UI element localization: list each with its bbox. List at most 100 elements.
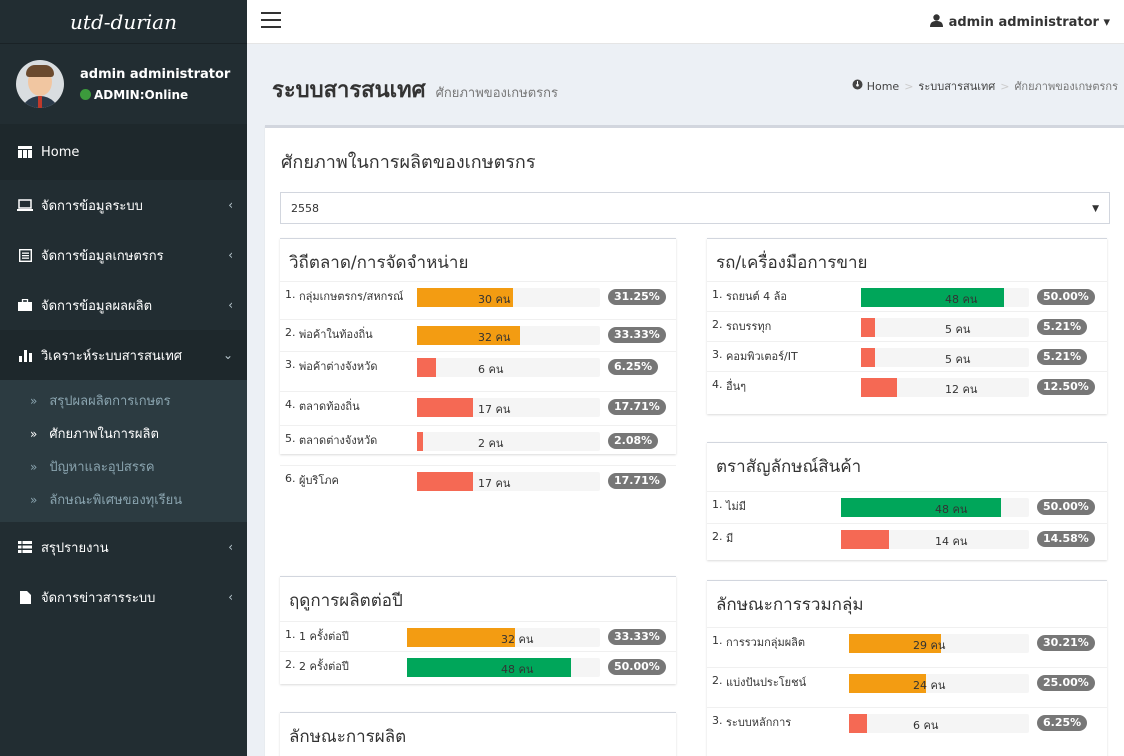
row-label: ระบบหลักการ [726,716,792,729]
submenu-item-problems[interactable]: » ปัญหาและอุปสรรค [0,450,247,483]
panel-marketing: วิถีตลาด/การจัดจำหน่าย 1. กลุ่มเกษตรกร/สห… [280,238,676,491]
breadcrumb-current: ศักยภาพของเกษตรกร [1014,80,1118,93]
chevron-left-icon: ‹ [228,590,233,604]
row-label: มี [726,532,734,545]
row-index: 1. [712,288,723,301]
bar-chart-icon [17,348,33,362]
row-index: 2. [712,674,723,687]
sidebar-item-farmers[interactable]: จัดการข้อมูลเกษตรกร ‹ [0,230,247,280]
progress-row: 4. อื่นๆ 12 คน 12.50% [707,371,1107,401]
progress-row: 4. ตลาดท้องถิ่น 17 คน 17.71% [280,391,676,425]
progress-row: 1. ไม่มี 48 คน 50.00% [707,491,1107,523]
progress-fill [417,432,423,451]
sidebar-item-home[interactable]: Home [0,124,247,180]
panel-title: ลักษณะการรวมกลุ่ม [716,595,864,615]
submenu-item-potential[interactable]: » ศักยภาพในการผลิต [0,417,247,450]
row-count: 14 คน [935,535,968,548]
sidebar-item-reports[interactable]: สรุปรายงาน ‹ [0,522,247,572]
submenu-item-label: ปัญหาและอุปสรรค [49,460,155,475]
submenu-item-durian-features[interactable]: » ลักษณะพิเศษของทุเรียน [0,483,247,516]
submenu-item-label: ลักษณะพิเศษของทุเรียน [49,493,183,508]
sidebar-item-label: จัดการข้อมูลเกษตรกร [41,248,164,264]
row-label: ผู้บริโภค [299,474,339,487]
main-box: ศักยภาพในการผลิตของเกษตรกร 2558 ▼ วิถีตล… [265,125,1124,756]
year-select[interactable]: 2558 ▼ [280,192,1110,224]
panel-brand: ตราสัญลักษณ์สินค้า 1. ไม่มี 48 คน 50.00% 2. ม… [707,442,1107,560]
row-label: 2 ครั้งต่อปี [299,660,349,673]
sidebar-item-system[interactable]: จัดการข้อมูลระบบ ‹ [0,180,247,230]
progress-track [417,358,600,377]
menu-toggle-icon[interactable] [261,12,281,28]
caret-down-icon: ▼ [1092,204,1099,214]
file-icon [17,590,33,604]
sidebar-item-label: สรุปรายงาน [41,540,109,556]
sidebar-item-news[interactable]: จัดการข่าวสารระบบ ‹ [0,572,247,622]
avatar [16,60,64,108]
percent-badge: 50.00% [1037,499,1095,515]
panel-title: รถ/เครื่องมือการขาย [716,253,868,273]
submenu-item-summary[interactable]: » สรุปผลผลิตการเกษตร [0,384,247,417]
row-label: อื่นๆ [726,380,747,393]
sidebar-item-label: จัดการข่าวสารระบบ [41,590,156,606]
row-count: 32 คน [478,331,511,344]
percent-badge: 5.21% [1037,349,1088,365]
user-panel: admin administrator ADMIN:Online [0,44,247,124]
sidebar: utd-durian admin administrator ADMIN:Onl… [0,0,247,756]
breadcrumb-home[interactable]: Home [867,80,899,93]
chevron-left-icon: ‹ [228,198,233,212]
progress-fill [407,628,515,647]
row-index: 4. [712,378,723,391]
progress-row: 6. ผู้บริโภค 17 คน 17.71% [280,465,676,499]
progress-fill [861,288,1004,307]
row-index: 1. [285,288,296,301]
progress-fill [417,358,436,377]
progress-fill [417,398,473,417]
row-index: 3. [285,358,296,371]
row-index: 1. [712,498,723,511]
panel-title: วิถีตลาด/การจัดจำหน่าย [289,253,469,273]
row-index: 3. [712,714,723,727]
sidebar-item-label: Home [41,144,80,160]
row-label: กลุ่มเกษตรกร/สหกรณ์ [299,290,404,303]
user-menu-label: admin administrator ▾ [948,14,1110,30]
row-count: 12 คน [945,383,978,396]
percent-badge: 33.33% [608,629,666,645]
row-label: คอมพิวเตอร์/IT [726,350,798,363]
row-label: การรวมกลุ่มผลิต [726,636,806,649]
row-label: รถบรรทุก [726,320,772,333]
box-title: ศักยภาพในการผลิตของเกษตรกร [281,152,536,173]
progress-row: 1. รถยนต์ 4 ล้อ 48 คน 50.00% [707,281,1107,311]
content-header: ระบบสารสนเทศ ศักยภาพของเกษตรกร [272,72,558,107]
year-select-value: 2558 [291,201,319,215]
row-label: พ่อค้าต่างจังหวัด [299,360,378,373]
progress-track [417,432,600,451]
chevron-left-icon: ‹ [228,540,233,554]
user-status-label: ADMIN:Online [94,87,189,102]
user-menu[interactable]: admin administrator ▾ [929,0,1110,44]
progress-row: 2. รถบรรทุก 5 คน 5.21% [707,311,1107,341]
laptop-icon [17,198,33,212]
panel-vehicles: รถ/เครื่องมือการขาย 1. รถยนต์ 4 ล้อ 48 คน 5… [707,238,1107,414]
sidebar-item-label: จัดการข้อมูลระบบ [41,198,143,214]
breadcrumb-system[interactable]: ระบบสารสนเทศ [918,77,995,95]
row-count: 48 คน [945,293,978,306]
row-index: 2. [712,318,723,331]
progress-fill [861,318,875,337]
row-count: 6 คน [913,719,939,732]
percent-badge: 50.00% [1037,289,1095,305]
app-logo[interactable]: utd-durian [0,0,247,44]
panel-title: ตราสัญลักษณ์สินค้า [716,457,862,477]
sidebar-item-analysis[interactable]: วิเคราะห์ระบบสารสนเทศ ⌄ [0,330,247,380]
progress-fill [861,348,875,367]
sidebar-item-produce[interactable]: จัดการข้อมูลผลผลิต ‹ [0,280,247,330]
percent-badge: 12.50% [1037,379,1095,395]
briefcase-icon [17,298,33,312]
panel-title: ลักษณะการผลิต [289,727,407,747]
double-chevron-right-icon: » [30,459,38,474]
row-index: 2. [285,326,296,339]
online-dot-icon [80,89,91,100]
row-count: 6 คน [478,363,504,376]
percent-badge: 30.21% [1037,635,1095,651]
progress-row: 3. ระบบหลักการ 6 คน 6.25% [707,707,1107,741]
breadcrumb-separator: > [904,79,914,93]
